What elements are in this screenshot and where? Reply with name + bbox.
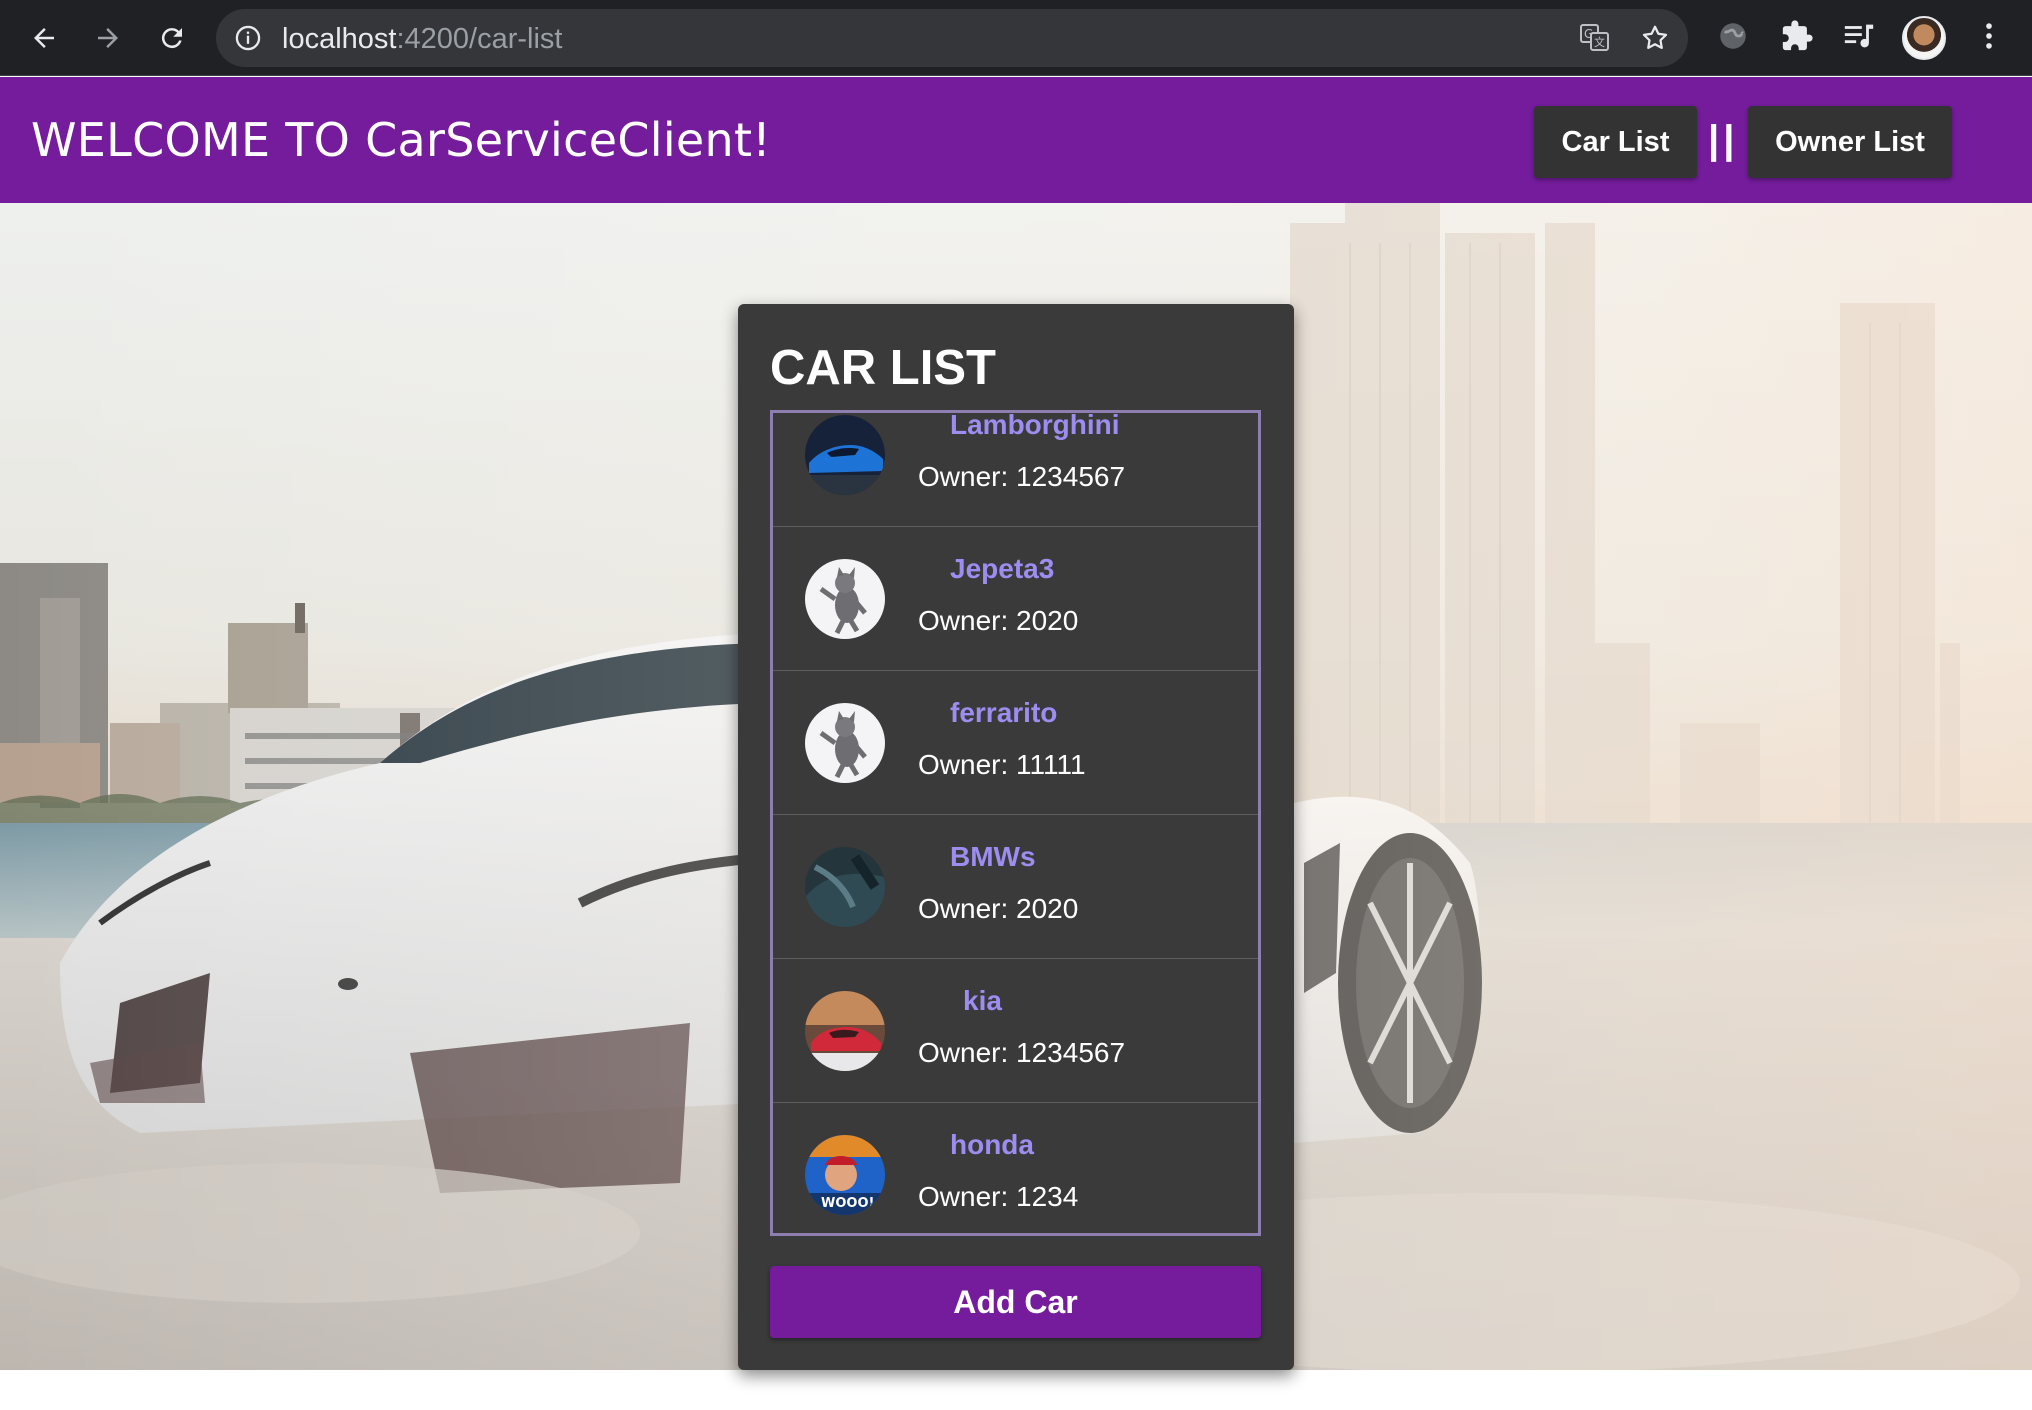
extension-globe-icon[interactable] [1716,19,1750,53]
profile-avatar[interactable] [1902,16,1946,60]
extensions-puzzle-icon[interactable] [1780,19,1814,53]
car-owner: Owner: 2020 [918,605,1079,636]
bookmark-star-icon[interactable] [1640,23,1670,53]
blue-sports-car-image [805,415,885,495]
dark-car-image [805,847,885,927]
info-icon [235,25,261,51]
translate-icon[interactable]: G文 [1580,24,1610,52]
car-name[interactable]: Jepeta3 [950,553,1054,585]
car-name[interactable]: BMWs [950,841,1036,873]
car-thumbnail [805,415,885,495]
car-thumbnail [805,991,885,1071]
car-list-item[interactable]: BMWs Owner: 2020 [773,815,1258,959]
add-car-button[interactable]: Add Car [770,1266,1261,1338]
url-host: localhost [282,23,397,55]
car-list-item[interactable]: WOOO! honda Owner: 1234 [773,1103,1258,1233]
car-name[interactable]: Lamborghini [950,413,1120,441]
browser-toolbar: localhost:4200/car-list G文 [0,0,2032,76]
car-name[interactable]: kia [963,985,1002,1017]
car-owner: Owner: 1234 [918,1181,1079,1212]
car-list-item[interactable]: kia Owner: 1234567 [773,959,1258,1103]
svg-text:文: 文 [1594,35,1605,49]
card-title: CAR LIST [770,341,996,395]
address-bar[interactable]: localhost:4200/car-list G文 [216,9,1688,67]
car-list-item[interactable]: Jepeta3 Owner: 2020 [773,527,1258,671]
car-name[interactable]: honda [950,1129,1034,1161]
car-list[interactable]: Lamborghini Owner: 1234567 Jepeta3 Owner… [770,410,1261,1236]
reload-icon [161,28,182,49]
car-owner: Owner: 11111 [918,749,1086,780]
car-thumbnail: WOOO! [805,1135,885,1215]
car-list-button[interactable]: Car List [1534,106,1697,178]
car-thumbnail [805,559,885,639]
car-list-item[interactable]: ferrarito Owner: 11111 [773,671,1258,815]
svg-text:WOOO!: WOOO! [821,1196,874,1211]
url-path: :4200/car-list [396,23,563,55]
car-name[interactable]: ferrarito [950,697,1057,729]
reload-button[interactable] [148,14,196,62]
forward-arrow-icon [98,28,118,48]
car-owner: Owner: 2020 [918,893,1079,924]
app-title: WELCOME TO CarServiceClient! [31,113,772,167]
dancing-cat-image [805,559,885,639]
nav-separator: || [1708,118,1739,162]
car-owner: Owner: 1234567 [918,461,1126,492]
wooo-meme-image: WOOO! [805,1135,885,1215]
more-menu-icon[interactable] [1972,19,2006,53]
car-list-card: CAR LIST Lamborghini Owner: 1234567 Jepe… [738,304,1294,1370]
owner-list-button[interactable]: Owner List [1748,106,1952,178]
car-thumbnail [805,703,885,783]
media-queue-icon[interactable] [1842,19,1876,53]
car-thumbnail [805,847,885,927]
back-button[interactable] [20,14,68,62]
page-bottom [0,1370,2032,1410]
back-arrow-icon [34,28,54,48]
car-list-item[interactable]: Lamborghini Owner: 1234567 [773,413,1258,527]
forward-button[interactable] [84,14,132,62]
red-car-image [805,991,885,1071]
car-owner: Owner: 1234567 [918,1037,1126,1068]
url-text: localhost:4200/car-list [282,23,562,56]
app-header: WELCOME TO CarServiceClient! Car List ||… [0,77,2032,203]
dancing-cat-image [805,703,885,783]
